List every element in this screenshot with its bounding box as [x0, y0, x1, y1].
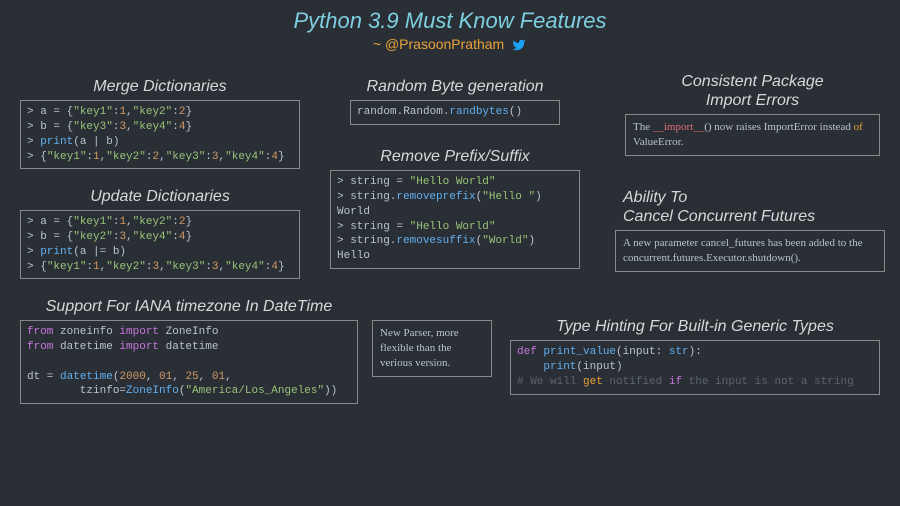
typehint-heading: Type Hinting For Built-in Generic Types: [510, 318, 880, 336]
cancel-heading: Ability ToCancel Concurrent Futures: [615, 188, 885, 226]
random-section: Random Byte generation random.Random.ran…: [330, 78, 580, 125]
prefix-heading: Remove Prefix/Suffix: [330, 148, 580, 166]
importerr-heading: Consistent PackageImport Errors: [625, 72, 880, 110]
subtitle: ~ @PrasoonPratham: [0, 34, 900, 52]
update-code: > a = {"key1":1,"key2":2} > b = {"key2":…: [20, 210, 300, 279]
update-section: Update Dictionaries > a = {"key1":1,"key…: [20, 188, 300, 279]
author-handle: ~ @PrasoonPratham: [373, 36, 504, 52]
main-title: Python 3.9 Must Know Features: [0, 0, 900, 34]
parser-note: New Parser, more flexible than the verio…: [372, 320, 492, 377]
random-code: random.Random.randbytes(): [350, 100, 560, 125]
cancel-section: Ability ToCancel Concurrent Futures A ne…: [615, 188, 885, 272]
prefix-code: > string = "Hello World" > string.remove…: [330, 170, 580, 269]
prefix-section: Remove Prefix/Suffix > string = "Hello W…: [330, 148, 580, 269]
iana-section: Support For IANA timezone In DateTime fr…: [20, 298, 358, 404]
parser-section: New Parser, more flexible than the verio…: [372, 320, 492, 377]
cancel-note: A new parameter cancel_futures has been …: [615, 230, 885, 272]
merge-heading: Merge Dictionaries: [20, 78, 300, 96]
merge-section: Merge Dictionaries > a = {"key1":1,"key2…: [20, 78, 300, 169]
random-heading: Random Byte generation: [330, 78, 580, 96]
update-heading: Update Dictionaries: [20, 188, 300, 206]
iana-code: from zoneinfo import ZoneInfo from datet…: [20, 320, 358, 404]
merge-code: > a = {"key1":1,"key2":2} > b = {"key3":…: [20, 100, 300, 169]
iana-heading: Support For IANA timezone In DateTime: [20, 298, 358, 316]
twitter-icon: [511, 38, 527, 52]
typehint-code: def print_value(input: str): print(input…: [510, 340, 880, 395]
importerr-section: Consistent PackageImport Errors The __im…: [625, 72, 880, 156]
importerr-note: The __import__() now raises ImportError …: [625, 114, 880, 156]
typehint-section: Type Hinting For Built-in Generic Types …: [510, 318, 880, 395]
